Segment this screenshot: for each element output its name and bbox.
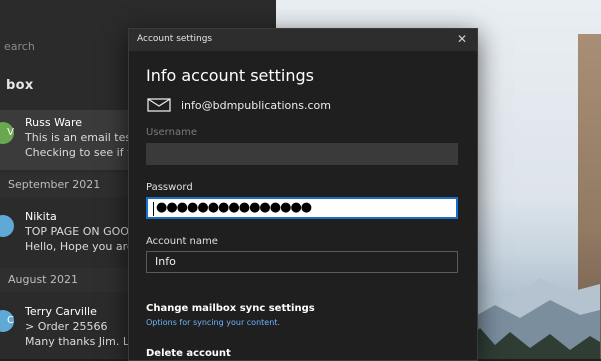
- sync-settings-title[interactable]: Change mailbox sync settings: [146, 303, 315, 314]
- sync-settings-link[interactable]: Options for syncing your content.: [146, 318, 280, 327]
- account-name-label: Account name: [146, 236, 218, 247]
- message-preview: Hello, Hope you are: [25, 240, 134, 253]
- delete-account-title[interactable]: Delete account: [146, 348, 231, 359]
- search-placeholder: earch: [4, 40, 35, 53]
- message-subject: > Order 25566: [25, 320, 108, 333]
- avatar: V: [0, 122, 14, 144]
- username-field: [146, 143, 458, 165]
- message-subject: This is an email test!: [25, 131, 140, 144]
- folder-title: box: [6, 78, 34, 93]
- dialog-titlebar: Account settings ✕: [129, 29, 477, 51]
- page-title: Info account settings: [146, 66, 314, 85]
- username-label: Username: [146, 127, 197, 138]
- envelope-icon: [147, 98, 171, 112]
- message-sender: Nikita: [25, 210, 57, 223]
- message-sender: Russ Ware: [25, 116, 83, 129]
- password-label: Password: [146, 182, 193, 193]
- message-subject: TOP PAGE ON GOOG: [25, 225, 138, 238]
- close-icon[interactable]: ✕: [457, 32, 467, 46]
- password-field[interactable]: ●●●●●●●●●●●●●●●: [146, 197, 458, 219]
- date-group-label: September 2021: [8, 178, 101, 191]
- avatar: [0, 215, 14, 237]
- account-name-field[interactable]: Info: [146, 251, 458, 273]
- avatar: C: [0, 310, 14, 332]
- password-value: ●●●●●●●●●●●●●●●: [156, 200, 312, 215]
- message-preview: Many thanks Jim. Lo: [25, 335, 136, 348]
- message-preview: Checking to see if th: [25, 146, 139, 159]
- message-sender: Terry Carville: [25, 305, 97, 318]
- date-group-label: August 2021: [8, 273, 78, 286]
- account-name-value: Info: [155, 255, 176, 268]
- dialog-title: Account settings: [137, 34, 213, 44]
- text-caret: [153, 202, 154, 216]
- account-settings-dialog: Account settings ✕ Info account settings…: [128, 28, 478, 361]
- account-email: info@bdmpublications.com: [181, 99, 331, 112]
